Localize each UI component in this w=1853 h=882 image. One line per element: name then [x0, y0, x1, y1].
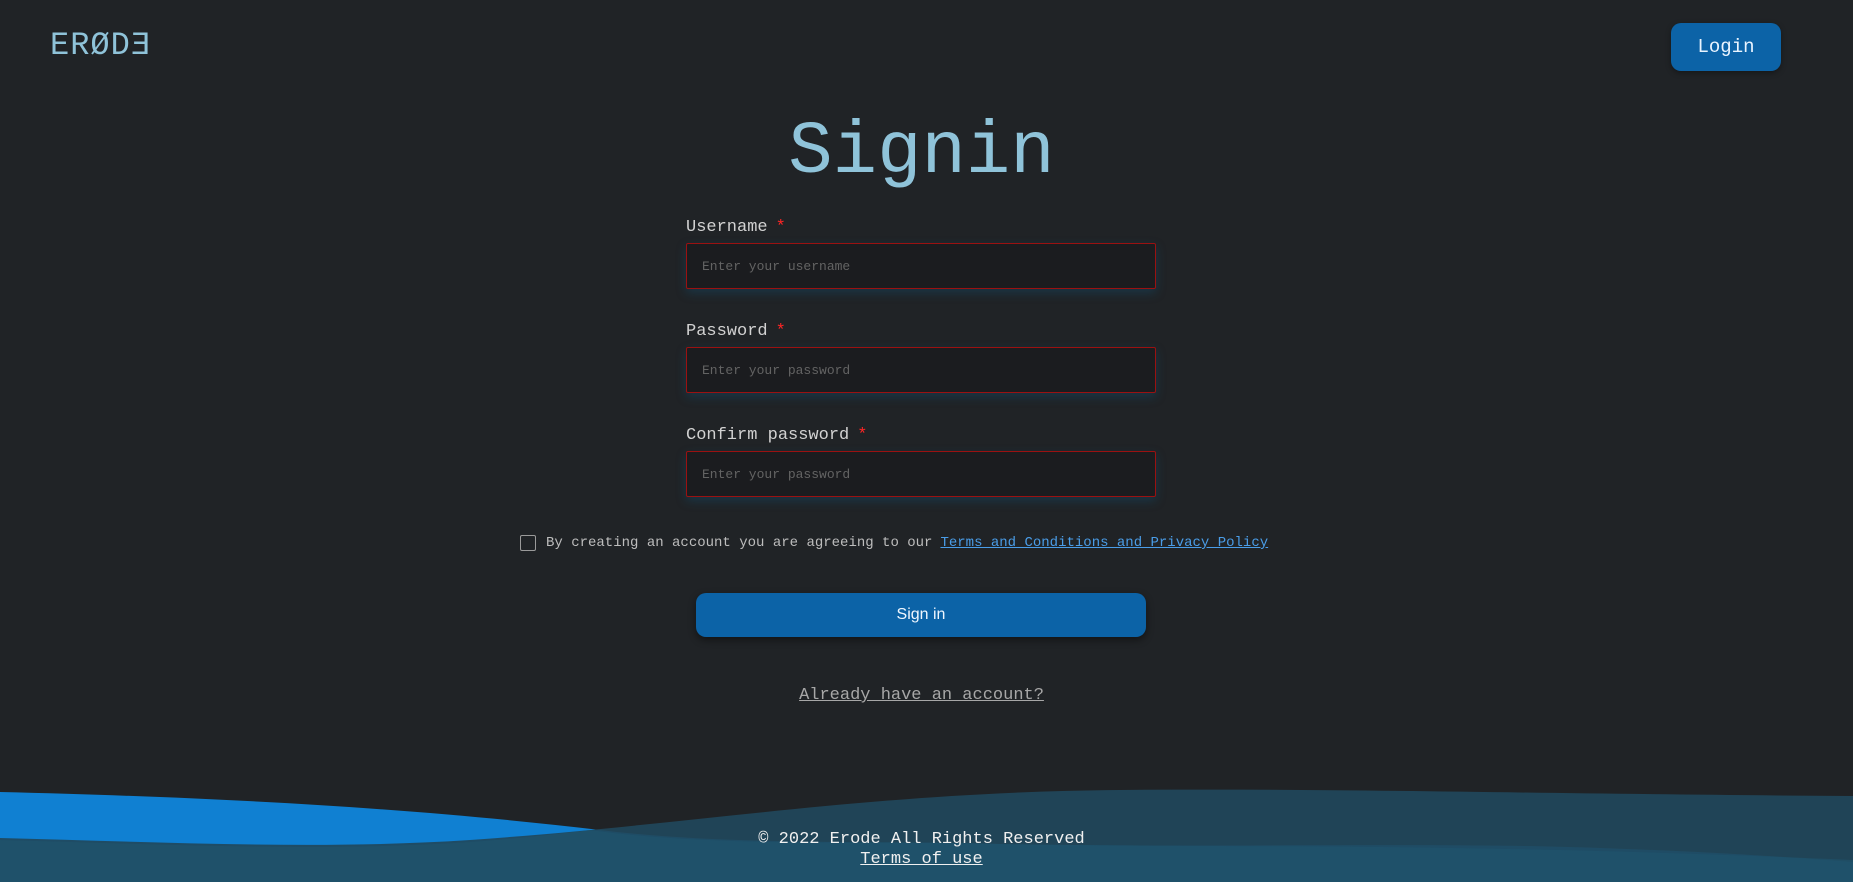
required-asterisk: *	[775, 322, 786, 341]
password-field-group: Password *	[686, 322, 1156, 393]
password-input[interactable]	[686, 347, 1156, 393]
terms-privacy-link[interactable]: Terms and Conditions and Privacy Policy	[940, 535, 1268, 551]
password-label-text: Password	[686, 322, 768, 341]
username-input[interactable]	[686, 243, 1156, 289]
terms-agreement-row: By creating an account you are agreeing …	[520, 533, 1268, 553]
terms-checkbox[interactable]	[520, 535, 536, 551]
terms-of-use-link[interactable]: Terms of use	[860, 850, 982, 870]
copyright-text: © 2022 Erode All Rights Reserved	[758, 830, 1085, 849]
username-label-text: Username	[686, 218, 768, 237]
sign-in-button[interactable]: Sign in	[696, 593, 1146, 637]
username-label: Username *	[686, 218, 1156, 238]
username-field-group: Username *	[686, 218, 1156, 289]
confirm-password-field-group: Confirm password *	[686, 426, 1156, 497]
agreement-text: By creating an account you are agreeing …	[546, 535, 933, 551]
page-title: Signin	[788, 111, 1055, 195]
password-label: Password *	[686, 322, 1156, 342]
required-asterisk: *	[857, 426, 868, 445]
login-button[interactable]: Login	[1671, 23, 1781, 71]
confirm-password-input[interactable]	[686, 451, 1156, 497]
required-asterisk: *	[775, 218, 786, 237]
confirm-password-label-text: Confirm password	[686, 426, 850, 445]
site-logo[interactable]: ERØDƎ	[50, 26, 151, 66]
already-have-account-link[interactable]: Already have an account?	[0, 686, 1843, 705]
footer: © 2022 Erode All Rights Reserved Terms o…	[0, 830, 1843, 870]
confirm-password-label: Confirm password *	[686, 426, 1156, 446]
